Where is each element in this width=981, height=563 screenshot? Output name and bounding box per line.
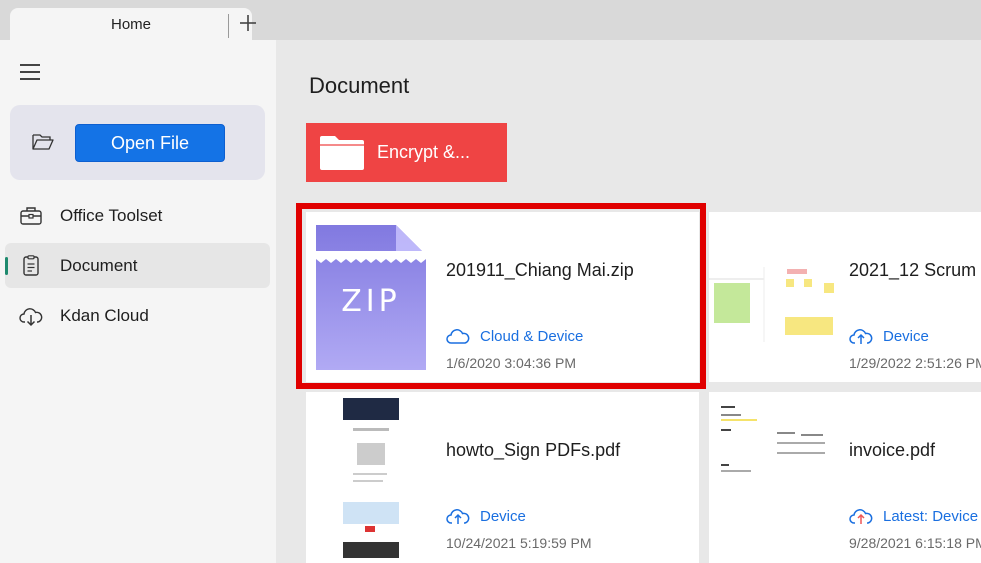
open-file-button[interactable]: Open File (75, 124, 225, 162)
file-date: 10/24/2021 5:19:59 PM (446, 535, 592, 551)
sidebar-item-document[interactable]: Document (5, 243, 270, 288)
file-card-invoice[interactable]: invoice.pdf Latest: Device 9/28/2021 6:1… (709, 392, 981, 563)
file-card-scrum[interactable]: 2021_12 Scrum W Device 1/29/2022 2:51:26… (709, 212, 981, 382)
encrypt-label: Encrypt &... (377, 142, 471, 162)
folder-icon (320, 136, 364, 170)
file-location-label: Cloud & Device (480, 327, 584, 345)
file-location-label: Device (883, 327, 929, 345)
tab-separator (228, 14, 229, 38)
cloud-upload-icon (849, 329, 873, 344)
zip-file-thumbnail: ZIP (316, 225, 426, 370)
sidebar-item-label: Kdan Cloud (60, 305, 149, 325)
file-location: Device (446, 507, 526, 525)
tab-home[interactable]: Home (10, 8, 252, 40)
zip-thumb-text: ZIP (341, 284, 401, 319)
invoice-thumbnail (717, 402, 829, 482)
sidebar: Open File Office Toolset Document Kdan C… (0, 40, 276, 563)
sidebar-item-kdan-cloud[interactable]: Kdan Cloud (5, 293, 270, 338)
document-icon (23, 255, 39, 276)
open-file-card: Open File (10, 105, 265, 180)
tab-bar: Home (0, 0, 981, 40)
main-content: Document Encrypt &... ZIP 201911_Chiang … (276, 40, 981, 563)
file-date: 1/29/2022 2:51:26 PM (849, 355, 981, 371)
file-location: Latest: Device (849, 507, 978, 525)
menu-icon[interactable] (20, 64, 40, 80)
folder-open-icon (32, 134, 54, 150)
file-date: 9/28/2021 6:15:18 PM (849, 535, 981, 551)
file-name: 2021_12 Scrum W (849, 260, 981, 280)
sidebar-item-office-toolset[interactable]: Office Toolset (5, 193, 270, 238)
plus-icon (240, 15, 256, 31)
cloud-sync-icon (849, 509, 873, 524)
file-location-label: Latest: Device (883, 507, 979, 525)
sidebar-item-label: Office Toolset (60, 205, 163, 225)
cloud-icon (446, 329, 470, 344)
cloud-download-icon (19, 308, 43, 327)
page-title: Document (309, 73, 410, 98)
tab-home-label: Home (110, 15, 151, 33)
file-card-zip[interactable]: ZIP 201911_Chiang Mai.zip Cloud & Device… (306, 212, 699, 382)
file-location-label: Device (480, 507, 526, 525)
sidebar-item-label: Document (60, 255, 138, 275)
file-name: 201911_Chiang Mai.zip (446, 260, 634, 280)
cloud-upload-icon (446, 509, 470, 524)
file-name: howto_Sign PDFs.pdf (446, 440, 621, 460)
toolbox-icon (20, 207, 42, 225)
pdf-page-thumbnail (343, 398, 399, 558)
file-location: Device (849, 327, 929, 345)
file-card-howto[interactable]: howto_Sign PDFs.pdf Device 10/24/2021 5:… (306, 392, 699, 563)
file-date: 1/6/2020 3:04:36 PM (446, 355, 576, 371)
file-name: invoice.pdf (849, 440, 936, 460)
scrum-board-thumbnail (709, 267, 834, 342)
file-location: Cloud & Device (446, 327, 583, 345)
new-tab-button[interactable] (236, 11, 260, 35)
encrypt-tool-button[interactable]: Encrypt &... (306, 123, 507, 182)
